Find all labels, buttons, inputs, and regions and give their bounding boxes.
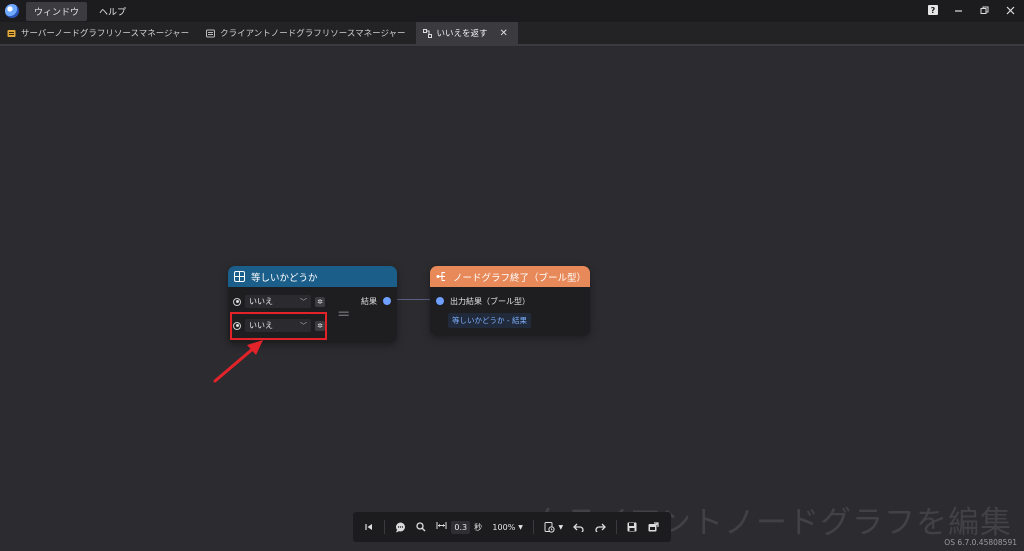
restore-icon[interactable] [978,3,990,17]
tab-label: サーバーノードグラフリソースマネージャー [21,29,190,39]
minimize-icon[interactable] [952,3,964,17]
export-icon[interactable] [648,520,659,534]
tab-label: いいえを返す [436,29,488,39]
node-header[interactable]: 等しいかどうか [228,266,397,287]
version-label: OS 6.7.0.45808591 [944,538,1017,547]
input-row-1: いいえ ﹀ ✲ [233,295,325,308]
search-icon[interactable] [416,520,426,534]
end-node[interactable]: ノードグラフ終了（ブール型） 出力結果（ブール型） 等しいかどうか - 結果 [430,266,590,336]
operator-symbol: = [337,304,351,323]
time-step-value[interactable]: 0.3 [451,520,471,534]
caret-down-icon: ▼ [558,523,564,531]
output-label: 結果 [361,297,377,306]
help-icon[interactable]: ? [928,5,938,15]
node-graph-icon [422,28,432,38]
zoom-value: 100% [492,522,516,532]
annotation-arrow [213,340,263,383]
time-unit-label: 秒 [474,522,483,532]
branch-icon [436,271,447,282]
toolbar-divider [615,520,617,534]
select-value: いいえ [249,297,273,306]
zoom-dropdown[interactable]: 100% ▼ [492,520,523,534]
node-title: ノードグラフ終了（ブール型） [453,272,587,284]
time-step-control[interactable]: 0.3 秒 [436,520,482,534]
menu-window[interactable]: ウィンドウ [26,1,88,21]
linked-source-chip[interactable]: 等しいかどうか - 結果 [448,313,531,328]
document-clock-icon [544,521,556,533]
comment-icon[interactable] [395,520,406,534]
chevron-down-icon: ﹀ [300,297,307,306]
step-back-icon[interactable] [365,520,373,534]
toolbar-divider [533,520,535,534]
save-icon[interactable] [627,520,637,534]
undo-icon[interactable] [573,520,584,534]
clock-mode-dropdown[interactable]: ▼ [544,520,563,534]
caret-down-icon: ▼ [518,523,523,531]
input-port[interactable] [436,297,444,305]
app-logo-icon [5,4,19,18]
redo-icon[interactable] [595,520,606,534]
menu-help[interactable]: ヘルプ [91,2,134,21]
value-select-1[interactable]: いいえ ﹀ [245,295,311,308]
node-title: 等しいかどうか [251,272,318,284]
fit-width-icon [436,521,447,533]
tab-label: クライアントノードグラフリソースマネージャー [220,29,406,39]
node-header[interactable]: ノードグラフ終了（ブール型） [430,266,590,287]
bottom-toolbar: 0.3 秒 100% ▼ ▼ [353,512,671,542]
gear-icon[interactable]: ✲ [315,296,325,307]
tab-return-no[interactable]: いいえを返す ✕ [415,22,518,44]
tab-client-resource-manager[interactable]: クライアントノードグラフリソースマネージャー [199,22,415,44]
tab-bar: サーバーノードグラフリソースマネージャー クライアントノードグラフリソースマネー… [0,22,1024,46]
toolbar-divider [383,520,385,534]
close-icon[interactable]: ✕ [500,28,508,39]
menu-bar: ウィンドウ ヘルプ ? [0,0,1024,22]
output-port[interactable] [383,297,391,305]
window-controls: ? [928,3,1016,17]
close-window-icon[interactable] [1004,3,1016,17]
tab-server-resource-manager[interactable]: サーバーノードグラフリソースマネージャー [0,22,199,44]
client-graph-icon [206,29,216,38]
input-label: 出力結果（ブール型） [450,297,530,306]
folder-icon [7,29,16,38]
input-pin-icon[interactable] [233,297,241,306]
calculator-icon [234,271,245,282]
